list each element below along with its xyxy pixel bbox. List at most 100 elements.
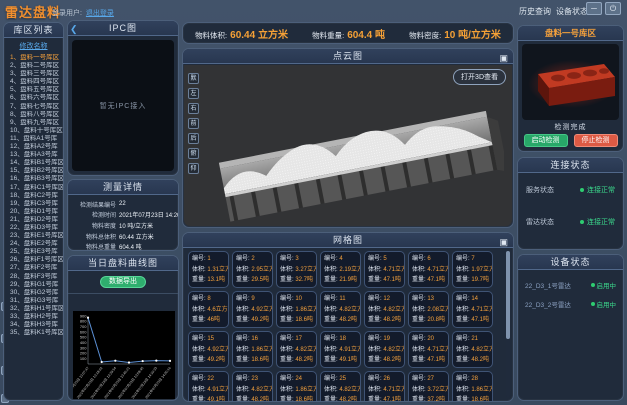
stop-detect-button[interactable]: 停止检测 — [574, 134, 618, 147]
grid-cell-id: 编号: 27 — [412, 374, 445, 385]
sidebar-item-storage-area[interactable]: 27、盘料F2号库 — [10, 264, 63, 272]
sidebar-item-storage-area[interactable]: 18、盘料C2号库 — [10, 192, 63, 200]
stat-label: 物料体积: — [195, 30, 227, 41]
grid-cell-wt-label: 重量: — [368, 357, 383, 363]
sidebar-item-storage-area[interactable]: 15、盘料B2号库区 — [10, 167, 63, 175]
grid-cell-wt: 重量: 47.1吨 — [412, 355, 445, 366]
collapse-sidebar-icon[interactable]: ❮ — [70, 24, 78, 35]
sidebar-item-storage-area[interactable]: 13、盘料A3号库 — [10, 151, 63, 159]
sidebar-item-storage-area[interactable]: 22、盘料D3号库 — [10, 224, 63, 232]
grid-cell-id: 编号: 19 — [368, 334, 401, 345]
grid-cell-wt-label: 重量: — [324, 357, 339, 363]
sidebar-item-storage-area[interactable]: 12、盘料A2号库 — [10, 143, 63, 151]
measurement-rows: 检测结果编号22检测时间2021年07月23日 14:20:16物料密度10 吨… — [68, 195, 178, 251]
grid-cell-wt-label: 重量: — [324, 397, 339, 401]
sidebar-item-storage-area[interactable]: 33、盘料H2号库 — [10, 313, 63, 321]
expand-icon[interactable]: ▣ — [499, 235, 508, 250]
sidebar-item-storage-area[interactable]: 2、盘料二号库区 — [10, 62, 63, 70]
grid-cell-id: 编号: 13 — [412, 294, 445, 305]
view-button-后[interactable]: 后 — [188, 133, 199, 144]
start-detect-button[interactable]: 启动检测 — [524, 134, 568, 147]
grid-cell-vol: 体积: 4.71立方米 — [412, 265, 445, 276]
logout-link[interactable]: 退出登录 — [86, 10, 114, 17]
svg-text:900: 900 — [80, 313, 87, 318]
nav-history-query[interactable]: 历史查询 — [519, 6, 551, 17]
grid-cell-id: 编号: 21 — [456, 334, 489, 345]
view-button-仰[interactable]: 仰 — [188, 163, 199, 174]
sidebar-item-storage-area[interactable]: 28、盘料F3号库 — [10, 273, 63, 281]
grid-cell-wt: 重量: 29.5吨 — [236, 275, 269, 286]
sidebar-item-storage-area[interactable]: 4、盘料四号库区 — [10, 78, 63, 86]
grid-scrollbar-thumb[interactable] — [506, 251, 510, 339]
grid-cell-id-label: 编号: — [456, 336, 471, 342]
sidebar-item-storage-area[interactable]: 7、盘料七号库区 — [10, 103, 63, 111]
grid-cell-id-label: 编号: — [456, 296, 471, 302]
grid-cell-wt-label: 重量: — [236, 277, 251, 283]
sidebar-item-storage-area[interactable]: 21、盘料D2号库 — [10, 216, 63, 224]
sidebar-item-storage-area[interactable]: 19、盘料C3号库 — [10, 200, 63, 208]
sidebar-item-storage-area[interactable]: 10、盘料十号库区 — [10, 127, 63, 135]
rename-link[interactable]: 修改名称 — [4, 41, 63, 51]
sidebar-item-storage-area[interactable]: 35、盘料K1号库区 — [10, 329, 63, 337]
sidebar-item-storage-area[interactable]: 9、盘料九号库区 — [10, 119, 63, 127]
sidebar-item-storage-area[interactable]: 6、盘料六号库区 — [10, 94, 63, 102]
sidebar-item-storage-area[interactable]: 11、盘料A1号库 — [10, 135, 63, 143]
open-3d-view-button[interactable]: 打开3D查看 — [453, 69, 506, 85]
grid-cell-id-label: 编号: — [324, 336, 339, 342]
connection-rows: 服务状态连接正常雷达状态连接正常 — [518, 173, 623, 227]
sidebar-item-storage-area[interactable]: 20、盘料D1号库 — [10, 208, 63, 216]
point-cloud-canvas[interactable]: 默左右前后俯仰 打开3D查看 — [184, 65, 512, 226]
view-button-右[interactable]: 右 — [188, 103, 199, 114]
sidebar-item-storage-area[interactable]: 29、盘料G1号库 — [10, 281, 63, 289]
sidebar-item-storage-area[interactable]: 23、盘料E1号库区 — [10, 232, 63, 240]
measurement-value: 10 吨/立方米 — [119, 221, 153, 230]
data-export-button[interactable]: 数据导出 — [100, 276, 146, 288]
grid-cell: 编号: 2体积: 2.95立方米重量: 29.5吨 — [232, 251, 273, 288]
grid-cell-id-label: 编号: — [368, 376, 383, 382]
sidebar-item-storage-area[interactable]: 30、盘料G2号库 — [10, 289, 63, 297]
grid-cell-vol-value: 4.71立方米 — [383, 387, 405, 393]
grid-cell: 编号: 8体积: 4.6立方米重量: 46吨 — [188, 291, 229, 328]
sidebar-item-storage-area[interactable]: 17、盘料C1号库区 — [10, 184, 63, 192]
nav-device-status[interactable]: 设备状态 — [556, 6, 588, 17]
grid-cell-id-label: 编号: — [324, 256, 339, 262]
view-button-前[interactable]: 前 — [188, 118, 199, 129]
grid-cell-vol-value: 1.86立方米 — [295, 387, 317, 393]
sidebar-item-storage-area[interactable]: 31、盘料G3号库 — [10, 297, 63, 305]
minimize-button[interactable]: ─ — [586, 2, 602, 15]
status-dot-icon — [580, 188, 584, 192]
sidebar-item-storage-area[interactable]: 16、盘料B3号库区 — [10, 175, 63, 183]
view-button-左[interactable]: 左 — [188, 88, 199, 99]
sidebar-item-storage-area[interactable]: 25、盘料E3号库 — [10, 248, 63, 256]
sidebar-item-storage-area[interactable]: 34、盘料H3号库 — [10, 321, 63, 329]
sidebar-item-storage-area[interactable]: 26、盘料F1号库区 — [10, 256, 63, 264]
expand-icon[interactable]: ▣ — [499, 51, 508, 66]
grid-cell-vol-label: 体积: — [368, 347, 383, 353]
view-button-默[interactable]: 默 — [188, 73, 199, 84]
grid-cell-wt-value: 18.6吨 — [295, 317, 313, 323]
grid-cell-wt-value: 47.1吨 — [427, 277, 445, 283]
grid-cell-id-value: 28 — [471, 376, 478, 382]
view-button-俯[interactable]: 俯 — [188, 148, 199, 159]
sidebar-item-storage-area[interactable]: 1、盘料一号库区 — [10, 54, 63, 62]
grid-cell: 编号: 25体积: 4.82立方米重量: 48.2吨 — [320, 371, 361, 401]
status-dot-icon — [580, 220, 584, 224]
grid-cell-vol: 体积: 4.92立方米 — [192, 345, 225, 356]
sidebar-item-storage-area[interactable]: 8、盘料八号库区 — [10, 111, 63, 119]
grid-cell-id-label: 编号: — [192, 336, 207, 342]
sidebar-item-storage-area[interactable]: 24、盘料E2号库 — [10, 240, 63, 248]
measurement-value: 604.4 吨 — [119, 242, 142, 251]
sidebar-item-storage-area[interactable]: 3、盘料三号库区 — [10, 70, 63, 78]
device-row: 22_D3_1号雷达启用中 — [525, 280, 616, 290]
power-close-button[interactable]: ⏻ — [605, 2, 621, 15]
sidebar-item-storage-area[interactable]: 32、盘料H1号库区 — [10, 305, 63, 313]
grid-cell-vol-value: 4.82立方米 — [383, 307, 405, 313]
grid-cell: 编号: 19体积: 4.82立方米重量: 48.2吨 — [364, 331, 405, 368]
grid-cell-vol-value: 1.86立方米 — [295, 307, 317, 313]
grid-cell: 编号: 18体积: 4.91立方米重量: 49.1吨 — [320, 331, 361, 368]
sidebar-item-storage-area[interactable]: 5、盘料五号库区 — [10, 86, 63, 94]
sidebar-item-storage-area[interactable]: 14、盘料B1号库区 — [10, 159, 63, 167]
measurement-label: 物料总重量 — [70, 242, 116, 251]
measurement-title: 测量详情 — [68, 180, 178, 195]
grid-scrollbar[interactable] — [506, 251, 510, 397]
